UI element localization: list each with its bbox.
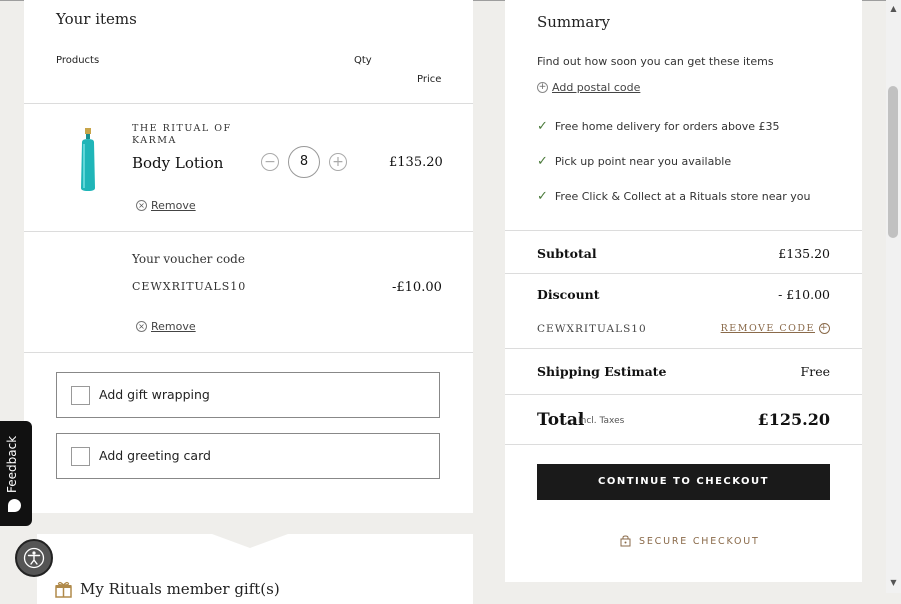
divider bbox=[505, 444, 862, 445]
product-brand[interactable]: THE RITUAL OF KARMA bbox=[132, 123, 242, 147]
total-tax-note: Incl. Taxes bbox=[578, 416, 625, 426]
applied-code: CEWXRITUALS10 bbox=[537, 323, 647, 335]
accessibility-button[interactable] bbox=[15, 539, 53, 577]
continue-to-checkout-button[interactable]: CONTINUE TO CHECKOUT bbox=[537, 464, 830, 500]
column-header-price: Price bbox=[417, 74, 442, 85]
gift-wrapping-checkbox[interactable] bbox=[71, 386, 90, 405]
member-gifts-heading: My Rituals member gift(s) bbox=[55, 580, 280, 598]
discount-value: - £10.00 bbox=[778, 287, 830, 302]
product-image[interactable] bbox=[77, 128, 99, 192]
voucher-code: CEWXRITUALS10 bbox=[132, 280, 247, 293]
divider bbox=[24, 352, 473, 353]
shipping-value: Free bbox=[800, 364, 830, 379]
total-value: £125.20 bbox=[757, 410, 830, 429]
accessibility-icon bbox=[23, 547, 45, 569]
product-price: £135.20 bbox=[389, 155, 443, 170]
column-header-qty: Qty bbox=[354, 55, 372, 66]
feedback-tab[interactable]: Feedback bbox=[0, 421, 32, 526]
voucher-amount: -£10.00 bbox=[392, 280, 442, 295]
plus-circle-icon: + bbox=[819, 323, 830, 334]
subtotal-label: Subtotal bbox=[537, 246, 597, 261]
gift-wrapping-option[interactable]: Add gift wrapping bbox=[56, 372, 440, 418]
remove-code-link[interactable]: REMOVE CODE + bbox=[721, 323, 830, 334]
subtotal-value: £135.20 bbox=[778, 246, 830, 261]
remove-voucher-link[interactable]: × Remove bbox=[136, 320, 196, 333]
qty-decrease-button[interactable]: − bbox=[261, 153, 279, 171]
lock-icon bbox=[620, 535, 631, 547]
summary-title: Summary bbox=[537, 13, 610, 31]
divider bbox=[24, 103, 473, 104]
gift-wrapping-label[interactable]: Add gift wrapping bbox=[99, 387, 210, 402]
divider bbox=[505, 394, 862, 395]
qty-value[interactable]: 8 bbox=[288, 146, 320, 178]
divider bbox=[505, 230, 862, 231]
check-icon: ✓ bbox=[537, 154, 548, 169]
member-gifts-title: My Rituals member gift(s) bbox=[80, 580, 280, 598]
close-circle-icon: × bbox=[136, 200, 147, 211]
chat-bubble-icon bbox=[8, 499, 21, 512]
scroll-down-arrow[interactable]: ▼ bbox=[886, 576, 901, 590]
cart-title: Your items bbox=[56, 10, 137, 28]
remove-voucher-label: Remove bbox=[151, 320, 196, 333]
panel-notch bbox=[212, 534, 288, 548]
check-icon: ✓ bbox=[537, 119, 548, 134]
product-name[interactable]: Body Lotion bbox=[132, 154, 223, 172]
divider bbox=[505, 273, 862, 274]
secure-checkout-label: SECURE CHECKOUT bbox=[639, 535, 760, 547]
secure-checkout-note: SECURE CHECKOUT bbox=[620, 535, 760, 547]
plus-circle-icon: + bbox=[537, 82, 548, 93]
delivery-info-text: Find out how soon you can get these item… bbox=[537, 55, 774, 68]
gift-icon bbox=[55, 581, 72, 598]
remove-code-label: REMOVE CODE bbox=[720, 323, 815, 334]
divider bbox=[24, 231, 473, 232]
discount-label: Discount bbox=[537, 287, 600, 302]
voucher-label: Your voucher code bbox=[132, 252, 245, 266]
greeting-card-option[interactable]: Add greeting card bbox=[56, 433, 440, 479]
scrollbar-thumb[interactable] bbox=[888, 86, 898, 238]
qty-increase-button[interactable]: + bbox=[329, 153, 347, 171]
benefit-text: Free home delivery for orders above £35 bbox=[554, 120, 780, 133]
benefit-item: ✓ Pick up point near you available bbox=[537, 154, 731, 169]
benefit-item: ✓ Free home delivery for orders above £3… bbox=[537, 119, 780, 134]
divider bbox=[505, 348, 862, 349]
benefit-item: ✓ Free Click & Collect at a Rituals stor… bbox=[537, 189, 811, 204]
benefit-text: Pick up point near you available bbox=[554, 155, 732, 168]
column-header-products: Products bbox=[56, 55, 100, 66]
scroll-up-arrow[interactable]: ▲ bbox=[886, 2, 901, 16]
close-circle-icon: × bbox=[136, 321, 147, 332]
shipping-label: Shipping Estimate bbox=[537, 364, 667, 379]
greeting-card-label[interactable]: Add greeting card bbox=[99, 448, 211, 463]
benefit-text: Free Click & Collect at a Rituals store … bbox=[554, 190, 811, 203]
add-postal-code-link[interactable]: + Add postal code bbox=[537, 81, 640, 94]
feedback-label: Feedback bbox=[5, 435, 19, 493]
greeting-card-checkbox[interactable] bbox=[71, 447, 90, 466]
add-postal-code-label: Add postal code bbox=[552, 81, 641, 94]
summary-panel: Summary Find out how soon you can get th… bbox=[505, 0, 862, 582]
remove-item-label: Remove bbox=[151, 199, 196, 212]
check-icon: ✓ bbox=[537, 189, 548, 204]
cart-items-panel: Your items Products Qty Price THE RITUAL… bbox=[24, 0, 473, 513]
remove-item-link[interactable]: × Remove bbox=[136, 199, 196, 212]
